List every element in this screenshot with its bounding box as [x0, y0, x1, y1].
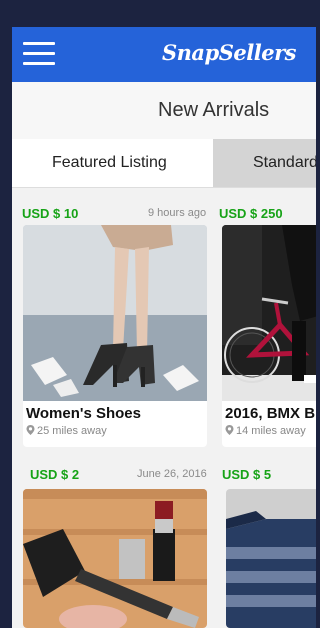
page-title: New Arrivals	[158, 99, 270, 121]
listing-photo	[23, 225, 207, 401]
listing-photo	[226, 489, 316, 628]
section-header: New Arrivals	[12, 82, 316, 140]
listing-title: Women's Shoes	[26, 405, 141, 422]
listing-distance: 14 miles away	[236, 425, 306, 437]
listing-card[interactable]: 2016, BMX B 14 miles away	[222, 225, 316, 447]
listing-card[interactable]	[23, 489, 207, 628]
listing-photo	[23, 489, 207, 628]
app-screen: SnapSellers New Arrivals Featured Listin…	[12, 27, 316, 628]
listing-tabs: Featured Listing Standard	[12, 139, 316, 188]
tab-label: Featured Listing	[52, 154, 167, 171]
tab-standard[interactable]: Standard	[213, 139, 316, 187]
tab-label: Standard	[253, 154, 316, 171]
listing-time: 9 hours ago	[148, 207, 207, 219]
listing-photo	[222, 225, 316, 401]
location-pin-icon	[225, 425, 234, 435]
listing-price: USD $ 5	[222, 467, 272, 482]
listing-distance-row: 14 miles away	[225, 425, 306, 437]
app-logo: SnapSellers	[162, 40, 296, 65]
listing-title: 2016, BMX B	[225, 405, 316, 422]
location-pin-icon	[26, 425, 35, 435]
listing-price: USD $ 250	[219, 206, 283, 221]
listing-price: USD $ 10	[22, 206, 79, 221]
listing-card[interactable]: Women's Shoes 25 miles away	[23, 225, 207, 447]
listing-distance: 25 miles away	[37, 425, 107, 437]
listing-distance-row: 25 miles away	[26, 425, 107, 437]
listing-card[interactable]	[226, 489, 316, 628]
top-app-bar: SnapSellers	[12, 27, 316, 82]
listing-price: USD $ 2	[30, 467, 80, 482]
tab-featured-listing[interactable]: Featured Listing	[12, 139, 213, 187]
listing-time: June 26, 2016	[137, 468, 207, 480]
menu-icon[interactable]	[23, 42, 55, 66]
